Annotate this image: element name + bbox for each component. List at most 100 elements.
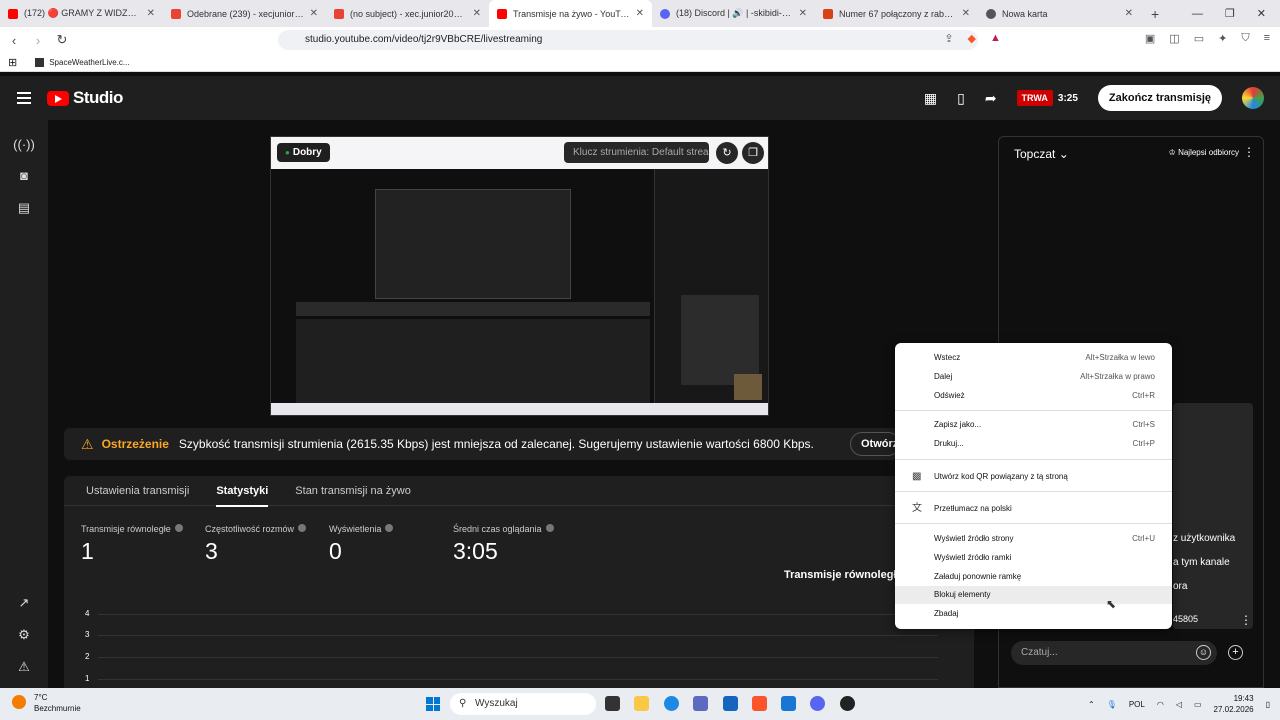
share-icon[interactable]: ➦ [985, 90, 997, 107]
app-icon[interactable] [781, 696, 796, 711]
notifications-icon[interactable]: ▯ [1266, 700, 1270, 709]
help-icon[interactable] [545, 524, 554, 532]
edge-icon[interactable] [664, 696, 679, 711]
split-view-icon[interactable]: ◫ [1169, 32, 1179, 45]
browser-tab[interactable]: Numer 67 połączony z rabarbarem ✕ [815, 0, 978, 27]
webcam-thumbnail [734, 374, 762, 400]
obs-icon[interactable] [840, 696, 855, 711]
help-icon[interactable] [298, 524, 307, 532]
menu-item-view-frame-source[interactable]: Wyświetl źródło ramki [895, 549, 1172, 567]
browser-tab[interactable]: (172) 🔴 GRAMY Z WIDZAMI W STEAM ✕ [0, 0, 163, 27]
store-icon[interactable] [723, 696, 738, 711]
close-window-icon[interactable]: ✕ [1257, 7, 1266, 20]
close-tab-icon[interactable]: ✕ [310, 8, 318, 19]
menu-item-forward[interactable]: Dalej Alt+Strzałka w prawo [895, 368, 1172, 386]
browser-tab[interactable]: Nowa karta ✕ [978, 0, 1141, 27]
language-indicator[interactable]: POL [1129, 700, 1145, 709]
top-fans-button[interactable]: ♔ Najlepsi odbiorcy [1169, 148, 1239, 157]
open-external-icon[interactable]: ↗ [0, 595, 48, 611]
chat-input[interactable]: Czatuj... [1011, 641, 1217, 665]
feedback-icon[interactable]: ⚠ [0, 659, 48, 675]
layout-icon[interactable]: ▦ [924, 90, 937, 107]
copy-icon[interactable]: ❐ [742, 142, 764, 164]
clock[interactable]: 19:43 27.02.2026 [1214, 693, 1254, 715]
tab-statistics[interactable]: Statystyki [216, 485, 269, 507]
menu-item-block-elements[interactable]: Blokuj elementy [895, 586, 1172, 604]
preview-video[interactable] [271, 169, 768, 405]
browser-tab[interactable]: (18) Discord | 🔊 | -skibidi-leaks | Ski ✕ [652, 0, 815, 27]
vpn-icon[interactable]: ⛉ [1241, 32, 1249, 45]
calendar-icon[interactable]: ▤ [0, 200, 48, 216]
bookmark-icon[interactable]: ▯ [957, 90, 965, 107]
close-tab-icon[interactable]: ✕ [473, 8, 481, 19]
close-tab-icon[interactable]: ✕ [799, 8, 807, 19]
end-stream-button[interactable]: Zakończ transmisję [1097, 85, 1222, 111]
new-tab-button[interactable]: + [1141, 6, 1169, 22]
stream-key-select[interactable]: Klucz strumienia: Default stream key [564, 142, 709, 163]
chevron-up-icon[interactable]: ⌃ [1088, 700, 1095, 709]
windows-start-icon[interactable] [426, 697, 440, 711]
camera-icon[interactable]: ◙ [0, 168, 48, 183]
menu-item-save-as[interactable]: Zapisz jako... Ctrl+S [895, 416, 1172, 434]
live-broadcast-icon[interactable]: ((·)) [0, 137, 48, 152]
brave-icon[interactable] [752, 696, 767, 711]
menu-item-reload[interactable]: Odśwież Ctrl+R [895, 387, 1172, 405]
refresh-icon[interactable]: ↻ [716, 142, 738, 164]
browser-tab[interactable]: Odebrane (239) - xecjunior16@gmail ✕ [163, 0, 326, 27]
menu-item-back[interactable]: Wstecz Alt+Strzałka w lewo [895, 349, 1172, 367]
forward-icon[interactable]: › [28, 33, 48, 48]
reload-icon[interactable]: ↻ [52, 32, 72, 48]
browser-tab[interactable]: (no subject) - xec.junior2016@gmail ✕ [326, 0, 489, 27]
tab-stream-settings[interactable]: Ustawienia transmisji [86, 485, 189, 497]
close-tab-icon[interactable]: ✕ [962, 8, 970, 19]
temperature: 7°C [34, 693, 48, 702]
browser-tab-active[interactable]: Transmisje na żywo - YouTube Studio ✕ [489, 0, 652, 27]
tab-stream-health[interactable]: Stan transmisji na żywo [295, 485, 411, 497]
taskbar-search[interactable]: ⚲ Wyszukaj [450, 693, 596, 715]
help-icon[interactable] [174, 524, 183, 532]
task-view-icon[interactable] [605, 696, 620, 711]
message-options-icon[interactable]: ⋮ [1240, 613, 1252, 627]
settings-icon[interactable]: ⚙ [0, 627, 48, 643]
emoji-icon[interactable]: ☺ [1196, 645, 1211, 660]
more-options-icon[interactable]: ⋮ [1243, 145, 1255, 159]
menu-item-view-source[interactable]: Wyświetl źródło strony Ctrl+U [895, 530, 1172, 548]
bookmark-item[interactable]: SpaceWeatherLive.c... [49, 58, 129, 67]
close-tab-icon[interactable]: ✕ [636, 8, 644, 19]
chart-title[interactable]: Transmisje równoległe [784, 569, 903, 581]
volume-icon[interactable]: ◁ [1176, 700, 1182, 709]
wallet-icon[interactable]: ▭ [1194, 32, 1204, 45]
add-icon[interactable]: + [1228, 645, 1243, 660]
open-button[interactable]: Otwórz [850, 432, 900, 456]
battery-icon[interactable]: ▭ [1194, 700, 1202, 709]
help-icon[interactable] [385, 524, 394, 532]
share-icon[interactable]: ⇪ [944, 32, 953, 45]
chat-mode-select[interactable]: Topczat ⌄ [1014, 147, 1069, 161]
close-tab-icon[interactable]: ✕ [147, 8, 155, 19]
menu-icon[interactable]: ≡ [1264, 32, 1270, 45]
leo-ai-icon[interactable]: ✦ [1218, 32, 1227, 45]
menu-item-translate[interactable]: 文 Przetłumacz na polski [895, 500, 1172, 518]
discord-icon[interactable] [810, 696, 825, 711]
nested-warning [296, 302, 650, 316]
menu-item-reload-frame[interactable]: Załaduj ponownie ramkę [895, 568, 1172, 586]
menu-icon[interactable] [17, 89, 31, 107]
maximize-icon[interactable]: ❐ [1225, 7, 1235, 20]
microphone-icon[interactable]: 🎙 [1107, 700, 1117, 709]
apps-icon[interactable]: ⊞ [8, 56, 17, 69]
back-icon[interactable]: ‹ [4, 33, 24, 48]
menu-item-print[interactable]: Drukuj... Ctrl+P [895, 435, 1172, 453]
menu-item-inspect[interactable]: Zbadaj [895, 605, 1172, 623]
rewards-icon[interactable]: ▲ [990, 32, 1001, 45]
minimize-icon[interactable]: — [1192, 8, 1203, 20]
studio-logo[interactable]: Studio [47, 88, 123, 108]
url-field[interactable]: studio.youtube.com/video/tj2r9VBbCRE/liv… [278, 30, 978, 50]
menu-item-qr-code[interactable]: ▩ Utwórz kod QR powiązany z tą stroną [895, 468, 1172, 486]
file-explorer-icon[interactable] [634, 696, 649, 711]
sidebar-toggle-icon[interactable]: ▣ [1145, 32, 1155, 45]
wifi-icon[interactable]: ◠ [1157, 700, 1164, 709]
avatar[interactable] [1242, 87, 1264, 109]
close-tab-icon[interactable]: ✕ [1125, 8, 1133, 19]
brave-shield-icon[interactable]: ◆ [968, 32, 976, 45]
teams-icon[interactable] [693, 696, 708, 711]
